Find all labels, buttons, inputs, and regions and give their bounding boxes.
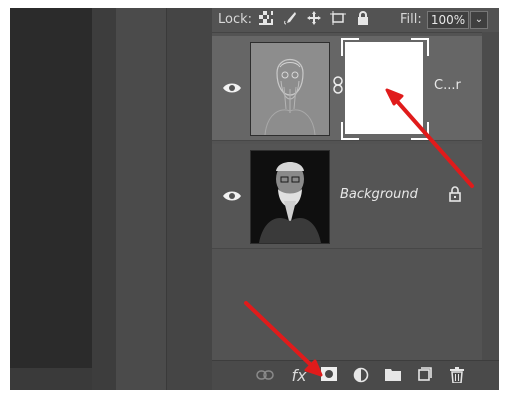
mask-frame-corner [411,38,429,56]
add-mask-icon[interactable] [320,367,338,385]
lock-icon [448,186,462,202]
canvas-area [10,8,92,390]
lock-bar: Lock: Fill: 100% ⌄ [212,8,499,33]
layer-name[interactable]: Background [340,187,418,202]
lock-label: Lock: [218,12,253,27]
fx-icon[interactable]: fx [288,367,310,385]
group-folder-icon[interactable] [384,367,402,385]
eye-icon[interactable] [222,80,242,94]
layer-row[interactable]: Background [212,144,482,249]
dock-column [116,8,167,390]
fill-input[interactable]: 100% [427,11,469,29]
layer-name[interactable]: C...r [434,78,461,93]
chevron-down-icon[interactable]: ⌄ [470,11,488,29]
lock-all-icon[interactable] [355,11,371,27]
layer-row[interactable]: C...r [212,36,482,141]
link-layers-icon[interactable] [256,367,274,385]
layers-bottom-bar: fx [212,360,499,390]
panel-scrollbar[interactable] [482,32,499,366]
lock-image-pixels-icon[interactable] [282,11,298,27]
app-window: Lock: Fill: 100% ⌄ C...r Background fx [10,8,499,390]
mask-frame-corner [341,122,359,140]
layers-panel: Lock: Fill: 100% ⌄ C...r Background fx [212,8,499,390]
lock-artboard-icon[interactable] [330,11,346,27]
dock-column [167,8,213,390]
mask-frame-corner [341,38,359,56]
delete-icon[interactable] [448,367,466,385]
dock-column [92,8,116,390]
lock-position-icon[interactable] [306,11,322,27]
adjustment-layer-icon[interactable] [352,367,370,385]
layer-thumbnail[interactable] [250,150,330,244]
mask-frame-corner [411,122,429,140]
link-icon[interactable] [333,76,343,94]
lock-transparent-pixels-icon[interactable] [258,11,274,27]
eye-icon[interactable] [222,188,242,202]
layer-thumbnail[interactable] [250,42,330,136]
fill-label: Fill: [400,12,422,27]
new-layer-icon[interactable] [416,367,434,385]
